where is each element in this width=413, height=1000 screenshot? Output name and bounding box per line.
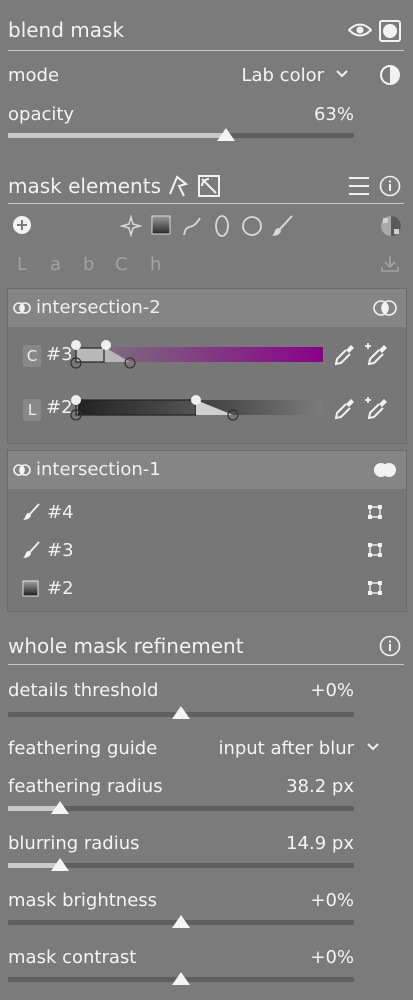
polarity-icon[interactable] (379, 64, 401, 86)
item-label[interactable]: #2 (47, 578, 74, 599)
intersection-icon (13, 302, 31, 314)
opacity-value: 63% (313, 104, 354, 125)
details-threshold-thumb[interactable] (172, 706, 190, 719)
module-title: blend mask (8, 18, 125, 42)
toggle-polarity-icon[interactable] (380, 215, 402, 237)
path-shape-icon[interactable] (181, 215, 203, 237)
blurring-radius-label: blurring radius (8, 833, 140, 854)
mask-contrast-label: mask contrast (8, 947, 137, 968)
color-picker-icon[interactable] (333, 397, 355, 421)
ellipse-shape-icon[interactable] (212, 214, 232, 238)
feathering-guide-select[interactable]: input after blur (200, 738, 354, 759)
color-picker-set-icon[interactable] (363, 343, 389, 367)
chroma-parametric-slider[interactable] (66, 336, 328, 372)
feathering-radius-label: feathering radius (8, 776, 163, 797)
info-icon[interactable] (379, 635, 401, 657)
color-picker-icon[interactable] (333, 343, 355, 367)
mask-elements-title: mask elements (8, 174, 161, 198)
brush-icon (22, 503, 40, 521)
mask-display-icon[interactable] (379, 20, 401, 42)
blurring-radius-value: 14.9 px (286, 833, 354, 854)
shape-transform-icon[interactable] (367, 580, 383, 596)
details-threshold-label: details threshold (8, 680, 159, 701)
feathering-radius-value: 38.2 px (286, 776, 354, 797)
group-name: intersection-1 (36, 459, 161, 480)
channel-tab-l[interactable]: L (17, 254, 27, 275)
mode-label: mode (8, 65, 60, 86)
feathering-radius-thumb[interactable] (50, 801, 69, 814)
mask-contrast-thumb[interactable] (172, 972, 190, 985)
union-mode-icon[interactable] (373, 461, 397, 479)
feathering-guide-label: feathering guide (8, 738, 158, 759)
channel-letter: L (23, 399, 41, 421)
menu-icon[interactable] (348, 176, 370, 196)
chevron-down-icon[interactable] (335, 69, 349, 79)
drawn-shape-icon[interactable] (120, 215, 142, 237)
shape-transform-icon[interactable] (367, 542, 383, 558)
item-label[interactable]: #4 (47, 502, 74, 523)
channel-tab-b[interactable]: b (83, 254, 94, 275)
opacity-slider-fill (8, 133, 226, 138)
channel-tab-h[interactable]: h (150, 254, 161, 275)
mask-brightness-label: mask brightness (8, 890, 158, 911)
combine-mode-icon[interactable] (373, 299, 397, 317)
mask-shape-icon[interactable] (198, 175, 220, 197)
mask-brightness-value: +0% (310, 890, 354, 911)
pick-shape-icon[interactable] (167, 174, 189, 198)
channel-letter: C (23, 345, 41, 367)
brush-shape-icon[interactable] (270, 214, 294, 238)
color-picker-set-icon[interactable] (363, 397, 389, 421)
item-label[interactable]: #3 (47, 540, 74, 561)
blurring-radius-thumb[interactable] (50, 858, 69, 871)
gradient-icon (22, 580, 39, 597)
opacity-label: opacity (8, 104, 75, 125)
shape-transform-icon[interactable] (367, 504, 383, 520)
add-mask-icon[interactable] (12, 215, 32, 235)
details-threshold-value: +0% (310, 680, 354, 701)
intersection-icon (13, 464, 31, 476)
circle-shape-icon[interactable] (241, 215, 263, 237)
lightness-parametric-slider[interactable] (66, 390, 328, 426)
opacity-slider-thumb[interactable] (216, 128, 235, 141)
channel-tab-c[interactable]: C (115, 254, 128, 275)
info-icon[interactable] (379, 175, 401, 197)
gradient-shape-icon[interactable] (151, 215, 171, 235)
mask-brightness-thumb[interactable] (172, 915, 190, 928)
mask-contrast-value: +0% (310, 947, 354, 968)
eye-icon[interactable] (348, 21, 372, 39)
group-name: intersection-2 (36, 297, 161, 318)
brush-icon (22, 541, 40, 559)
channel-tab-a[interactable]: a (50, 254, 61, 275)
mode-select[interactable]: Lab color (230, 65, 324, 86)
refinement-title: whole mask refinement (8, 634, 244, 658)
download-icon[interactable] (380, 255, 400, 273)
chevron-down-icon[interactable] (366, 742, 380, 752)
opacity-slider[interactable] (8, 133, 354, 138)
